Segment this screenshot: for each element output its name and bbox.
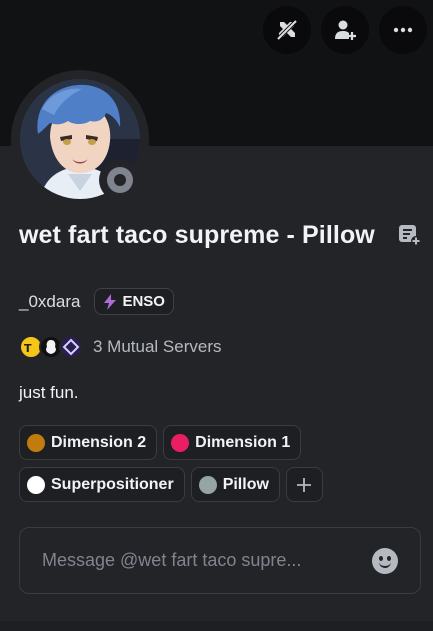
add-friend-icon xyxy=(335,20,356,40)
role-name: Pillow xyxy=(222,475,269,493)
message-input[interactable]: Message @wet fart taco supre... xyxy=(19,527,421,594)
role-chip[interactable]: Pillow xyxy=(190,467,280,502)
role-name: Superpositioner xyxy=(51,475,174,493)
role-color-dot xyxy=(27,475,45,494)
profile-actions xyxy=(263,6,427,54)
lightning-icon xyxy=(104,293,117,310)
activity-button[interactable] xyxy=(263,6,311,54)
add-friend-button[interactable] xyxy=(321,6,369,54)
no-swords-icon xyxy=(276,19,298,41)
more-options-button[interactable] xyxy=(379,6,427,54)
username-row: _0xdara ENSO xyxy=(19,288,174,315)
role-color-dot xyxy=(171,433,190,452)
bio: just fun. xyxy=(19,383,79,402)
add-role-button[interactable] xyxy=(285,467,323,502)
roles-list: Dimension 2 Dimension 1 Superpositioner … xyxy=(19,425,419,509)
username[interactable]: _0xdara xyxy=(19,292,80,312)
status-indicator xyxy=(99,159,141,201)
add-note-icon[interactable] xyxy=(397,222,421,246)
server-icon xyxy=(59,335,83,359)
role-name: Dimension 1 xyxy=(195,433,291,451)
mutual-servers-row[interactable]: T 3 Mutual Servers xyxy=(19,335,222,359)
offline-status-icon xyxy=(107,167,133,193)
role-chip[interactable]: Dimension 2 xyxy=(19,425,158,460)
role-color-dot xyxy=(198,475,217,494)
emoji-icon[interactable] xyxy=(372,547,398,574)
role-chip[interactable]: Dimension 1 xyxy=(163,425,302,460)
clan-tag-badge[interactable]: ENSO xyxy=(94,288,174,315)
role-name: Dimension 2 xyxy=(51,433,147,451)
mutual-servers-label: 3 Mutual Servers xyxy=(93,337,222,356)
svg-text:T: T xyxy=(24,342,32,355)
clan-tag-label: ENSO xyxy=(122,293,165,310)
role-color-dot xyxy=(27,433,45,452)
bottom-divider xyxy=(0,621,433,631)
message-placeholder: Message @wet fart taco supre... xyxy=(42,550,302,570)
display-name: wet fart taco supreme - Pillow xyxy=(19,221,375,249)
more-options-icon xyxy=(393,27,413,33)
plus-icon xyxy=(297,477,312,492)
role-chip[interactable]: Superpositioner xyxy=(19,467,185,502)
